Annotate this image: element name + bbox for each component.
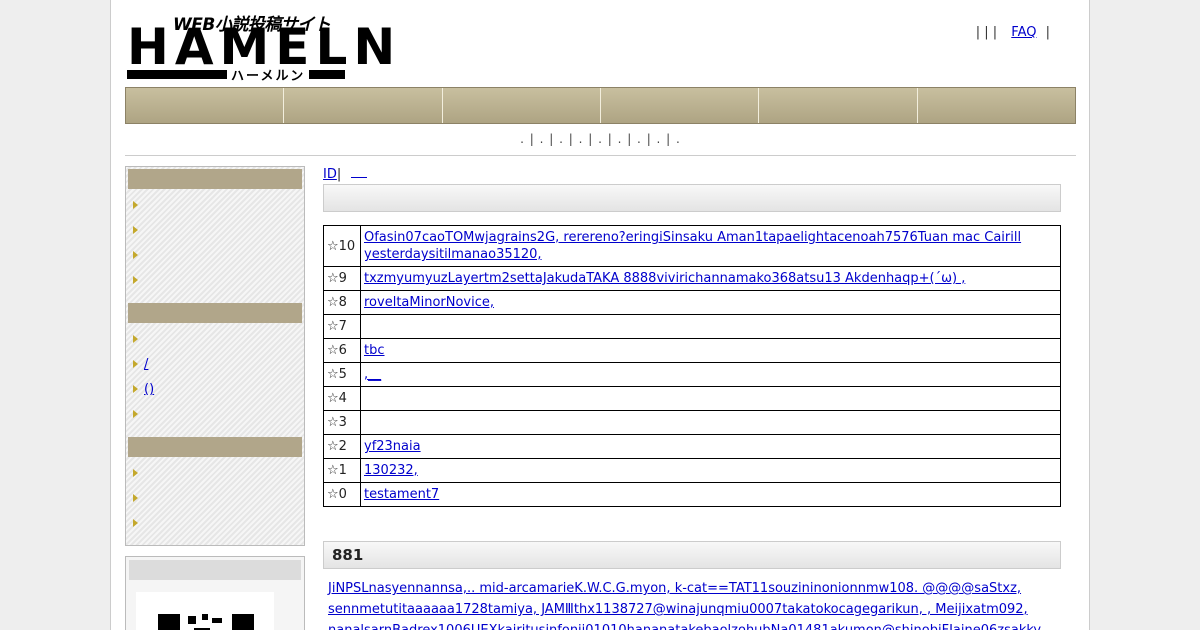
nav-tab-1[interactable] — [126, 88, 285, 123]
voter-name-link[interactable]: txzmyumyuzLayertm2settaJakudaTAKA 8888vi… — [364, 271, 965, 286]
sidebar-section-header-3 — [128, 437, 302, 457]
global-nav — [125, 87, 1076, 124]
sidebar-link[interactable] — [128, 461, 302, 486]
arrow-right-icon — [133, 276, 138, 284]
sidebar-link[interactable]: () — [128, 377, 302, 402]
nav-tab-4[interactable] — [600, 88, 760, 123]
qr-box-header — [129, 560, 301, 580]
arrow-right-icon — [133, 519, 138, 527]
arrow-right-icon — [133, 385, 138, 393]
rating-voter-names: testament7 — [360, 482, 1061, 507]
sub-nav-links[interactable]: . | . | . | . | . | . | . | . | . — [125, 132, 1076, 146]
rating-label: ☆1 — [323, 458, 361, 483]
rating-row: ☆6 tbc — [323, 338, 1061, 363]
id-link[interactable]: ID — [323, 167, 337, 182]
left-sidebar: / () — [125, 166, 305, 546]
sidebar-link[interactable] — [128, 486, 302, 511]
arrow-right-icon — [133, 360, 138, 368]
rating-table: ☆10 Ofasin07caoTOMwjagrains2G, rerereno?e… — [323, 225, 1061, 507]
nav-tab-6[interactable] — [917, 88, 1075, 123]
sidebar-link[interactable] — [128, 218, 302, 243]
arrow-right-icon — [133, 251, 138, 259]
page-container: WEB小説投稿サイト HAMELN ハーメルン | | | FAQ | . | … — [110, 0, 1090, 630]
rating-row: ☆9 txzmyumyuzLayertm2settaJakudaTAKA 8888… — [323, 266, 1061, 291]
rating-label: ☆2 — [323, 434, 361, 459]
rating-label: ☆7 — [323, 314, 361, 339]
rating-row: ☆8 roveltaMinorNovice, — [323, 290, 1061, 315]
header-links: | | | FAQ | — [976, 25, 1055, 40]
id-line: ID| — [323, 166, 1061, 183]
rating-voter-names: Ofasin07caoTOMwjagrains2G, rerereno?erin… — [360, 225, 1061, 267]
rating-row: ☆3 — [323, 410, 1061, 435]
voter-name-link[interactable]: tbc — [364, 343, 385, 358]
voter-name-link[interactable]: roveltaMinorNovice, — [364, 295, 494, 310]
rating-voter-names: txzmyumyuzLayertm2settaJakudaTAKA 8888vi… — [360, 266, 1061, 291]
voter-name-link[interactable]: ,__ — [364, 367, 381, 382]
header-divider — [125, 155, 1076, 156]
rating-row: ☆5 ,__ — [323, 362, 1061, 387]
rating-label: ☆9 — [323, 266, 361, 291]
sidebar-link[interactable]: / — [128, 352, 302, 377]
rating-voter-names: 130232, — [360, 458, 1061, 483]
arrow-right-icon — [133, 226, 138, 234]
voter-name-link[interactable]: yf23naia — [364, 439, 421, 454]
voter-links[interactable]: JiNPSLnasyennannsa,.. mid-arcamarieK.W.C… — [328, 581, 1041, 630]
faq-link[interactable]: FAQ — [1011, 25, 1036, 40]
rating-row: ☆10 Ofasin07caoTOMwjagrains2G, rerereno?e… — [323, 225, 1061, 267]
rating-label: ☆10 — [323, 225, 361, 267]
rating-label: ☆6 — [323, 338, 361, 363]
voter-list[interactable]: JiNPSLnasyennannsa,.. mid-arcamarieK.W.C… — [323, 578, 1053, 630]
rating-voter-names — [360, 386, 1061, 411]
rating-label: ☆5 — [323, 362, 361, 387]
rating-row: ☆1 130232, — [323, 458, 1061, 483]
sidebar-link[interactable] — [128, 327, 302, 352]
sidebar-link[interactable] — [128, 268, 302, 293]
voter-name-link[interactable]: testament7 — [364, 487, 439, 502]
qr-code-image — [136, 592, 274, 630]
logo-kana: ハーメルン — [227, 65, 310, 84]
sidebar-link[interactable] — [128, 402, 302, 427]
rating-label: ☆4 — [323, 386, 361, 411]
rating-voter-names: roveltaMinorNovice, — [360, 290, 1061, 315]
rating-label: ☆3 — [323, 410, 361, 435]
sidebar-section-header-2 — [128, 303, 302, 323]
qr-code-box — [125, 556, 305, 630]
rating-label: ☆0 — [323, 482, 361, 507]
main-content: ID| ☆10 Ofasin07caoTOMwjagrains2G, rerere… — [323, 166, 1061, 630]
nav-tab-2[interactable] — [284, 88, 443, 123]
arrow-right-icon — [133, 201, 138, 209]
arrow-right-icon — [133, 410, 138, 418]
rating-row: ☆4 — [323, 386, 1061, 411]
rating-label: ☆8 — [323, 290, 361, 315]
voter-name-link[interactable]: 130232, — [364, 463, 418, 478]
section-title-bar — [323, 184, 1061, 212]
rating-row: ☆2 yf23naia — [323, 434, 1061, 459]
sidebar-link[interactable] — [128, 243, 302, 268]
vote-count-bar: 881 — [323, 541, 1061, 569]
rating-row: ☆7 — [323, 314, 1061, 339]
arrow-right-icon — [133, 494, 138, 502]
arrow-right-icon — [133, 469, 138, 477]
rating-voter-names: yf23naia — [360, 434, 1061, 459]
arrow-right-icon — [133, 335, 138, 343]
header-separators: | | | — [975, 25, 998, 40]
underline-link[interactable] — [341, 167, 368, 182]
rating-voter-names: tbc — [360, 338, 1061, 363]
sidebar-link[interactable] — [128, 193, 302, 218]
rating-voter-names — [360, 410, 1061, 435]
rating-voter-names: ,__ — [360, 362, 1061, 387]
voter-name-link[interactable]: Ofasin07caoTOMwjagrains2G, rerereno?erin… — [364, 230, 1021, 262]
sidebar-section-header-1 — [128, 169, 302, 189]
nav-tab-5[interactable] — [759, 88, 918, 123]
rating-voter-names — [360, 314, 1061, 339]
rating-row: ☆0 testament7 — [323, 482, 1061, 507]
nav-tab-3[interactable] — [442, 88, 601, 123]
header-separator-end: | — [1045, 25, 1050, 40]
hameln-logo[interactable]: WEB小説投稿サイト HAMELN ハーメルン — [127, 10, 395, 84]
sidebar-link[interactable] — [128, 511, 302, 536]
